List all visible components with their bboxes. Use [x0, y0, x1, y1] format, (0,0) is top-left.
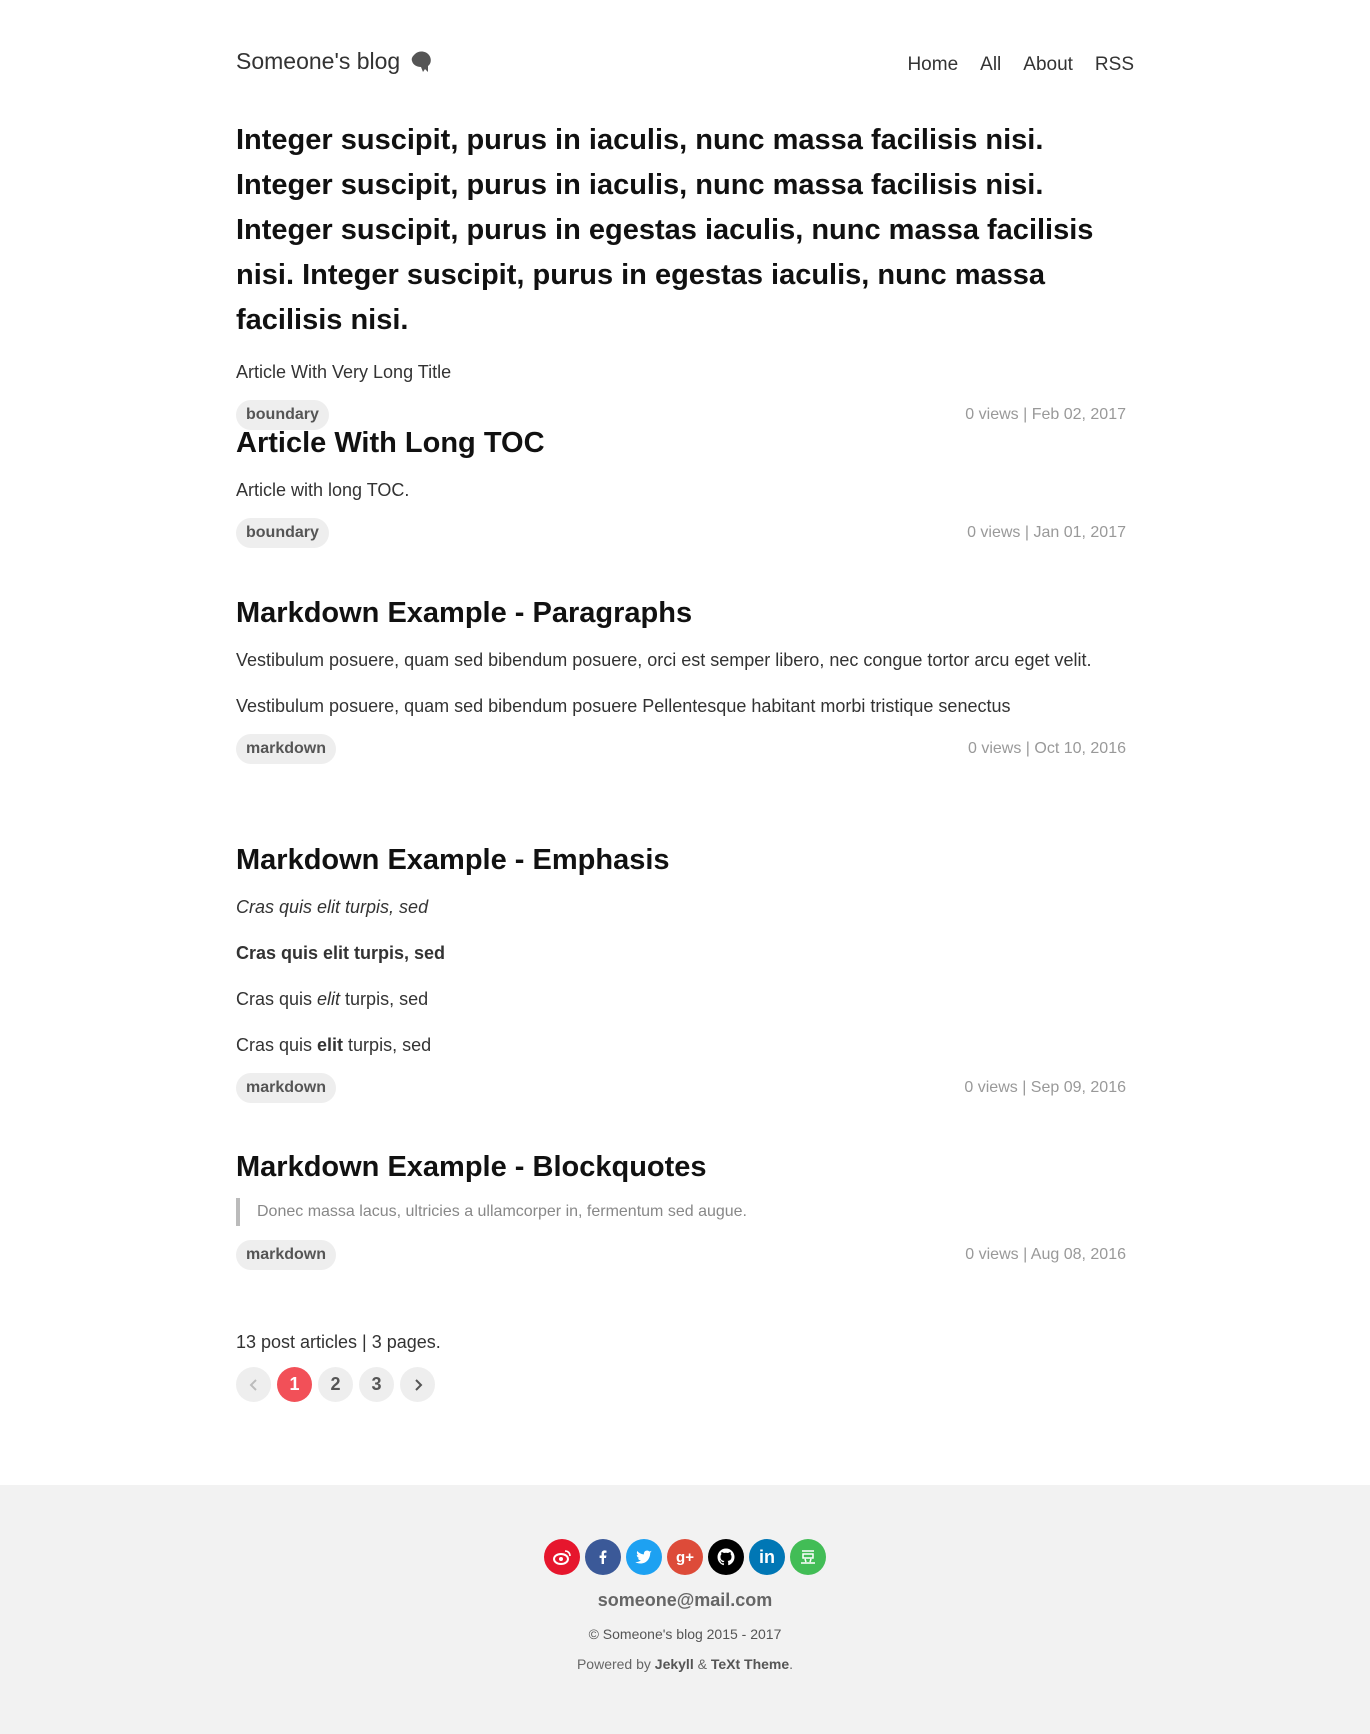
- article-meta: 0 views | Oct 10, 2016: [967, 740, 1126, 757]
- nav-about[interactable]: About: [1023, 54, 1073, 76]
- chevron-left-icon: [249, 1378, 257, 1391]
- article-meta: 0 views | Aug 08, 2016: [965, 1246, 1126, 1263]
- footer-email[interactable]: someone@mail.com: [0, 1590, 1370, 1611]
- article-excerpt: Article With Very Long Title: [236, 362, 452, 382]
- article-title[interactable]: Integer suscipit, purus in iaculis, nunc…: [236, 118, 1126, 343]
- main-container: Someone's blog Home All About RSS Intege…: [236, 0, 1134, 1402]
- article-meta: 0 views | Sep 09, 2016: [964, 1079, 1126, 1096]
- article-excerpt: Vestibulum posuere, quam sed bibendum po…: [236, 650, 1092, 670]
- article-tag[interactable]: markdown: [236, 734, 337, 764]
- mixed-bold-line: Cras quis elit turpis, sed: [236, 1035, 432, 1055]
- main-nav: Home All About RSS: [907, 54, 1134, 76]
- article-item: Markdown Example - Paragraphs Vestibulum…: [236, 591, 1126, 764]
- bold-line: Cras quis elit turpis, sed: [236, 943, 446, 963]
- site-header: Someone's blog Home All About RSS: [236, 0, 1134, 110]
- pagination-info: 13 post articles | 3 pages.: [236, 1332, 441, 1352]
- footer-powered-by: Powered by Jekyll & TeXt Theme.: [576, 1656, 794, 1672]
- site-title-text[interactable]: Someone's blog: [236, 48, 400, 75]
- italic-line: Cras quis elit turpis, sed: [236, 897, 429, 917]
- prev-page-button[interactable]: [236, 1367, 271, 1402]
- article-tag[interactable]: markdown: [236, 1240, 337, 1270]
- page-button-1[interactable]: 1: [277, 1367, 312, 1402]
- footer-copyright: © Someone's blog 2015 - 2017: [588, 1626, 782, 1642]
- github-icon[interactable]: [708, 1539, 744, 1575]
- article-item: Article With Long TOC Article with long …: [236, 421, 1126, 548]
- linkedin-glyph: in: [759, 1546, 775, 1567]
- social-links: g+ in: [0, 1539, 1370, 1575]
- next-page-button[interactable]: [400, 1367, 435, 1402]
- site-footer: g+ in someone@mail.com © Someone's blog …: [0, 1485, 1370, 1734]
- article-item: Markdown Example - Blockquotes Donec mas…: [236, 1145, 1126, 1270]
- site-title[interactable]: Someone's blog: [236, 48, 434, 75]
- google-plus-icon[interactable]: g+: [667, 1539, 703, 1575]
- article-title[interactable]: Markdown Example - Paragraphs: [236, 591, 1126, 636]
- article-meta-row: markdown 0 views | Sep 09, 2016: [236, 1073, 1126, 1103]
- article-item: Markdown Example - Emphasis Cras quis el…: [236, 838, 1126, 1103]
- article-excerpt-2: Vestibulum posuere, quam sed bibendum po…: [236, 696, 1011, 716]
- weibo-icon[interactable]: [544, 1539, 580, 1575]
- chevron-right-icon: [414, 1378, 422, 1391]
- mixed-italic-line: Cras quis elit turpis, sed: [236, 989, 429, 1009]
- jekyll-link[interactable]: Jekyll: [655, 1656, 694, 1672]
- facebook-icon[interactable]: [585, 1539, 621, 1575]
- article-blockquote: Donec massa lacus, ultricies a ullamcorp…: [236, 1198, 1126, 1226]
- article-item: Integer suscipit, purus in iaculis, nunc…: [236, 118, 1126, 430]
- nav-all[interactable]: All: [980, 54, 1001, 76]
- article-tag[interactable]: markdown: [236, 1073, 337, 1103]
- linkedin-icon[interactable]: in: [749, 1539, 785, 1575]
- nav-home[interactable]: Home: [907, 54, 958, 76]
- article-title[interactable]: Markdown Example - Emphasis: [236, 838, 1126, 883]
- page-button-3[interactable]: 3: [359, 1367, 394, 1402]
- article-meta: 0 views | Jan 01, 2017: [967, 524, 1126, 541]
- nav-rss[interactable]: RSS: [1095, 54, 1134, 76]
- article-title[interactable]: Markdown Example - Blockquotes: [236, 1145, 1126, 1190]
- pagination: 1 2 3: [236, 1367, 435, 1402]
- page-button-2[interactable]: 2: [318, 1367, 353, 1402]
- logo-icon: [410, 50, 434, 74]
- article-excerpt: Article with long TOC.: [236, 480, 410, 500]
- douban-icon[interactable]: [790, 1539, 826, 1575]
- article-meta-row: markdown 0 views | Oct 10, 2016: [236, 734, 1126, 764]
- article-title[interactable]: Article With Long TOC: [236, 421, 1126, 466]
- article-meta-row: boundary 0 views | Jan 01, 2017: [236, 518, 1126, 548]
- article-meta-row: markdown 0 views | Aug 08, 2016: [236, 1240, 1126, 1270]
- google-plus-glyph: g+: [676, 1548, 694, 1566]
- article-tag[interactable]: boundary: [236, 518, 329, 548]
- theme-link[interactable]: TeXt Theme: [711, 1656, 789, 1672]
- twitter-icon[interactable]: [626, 1539, 662, 1575]
